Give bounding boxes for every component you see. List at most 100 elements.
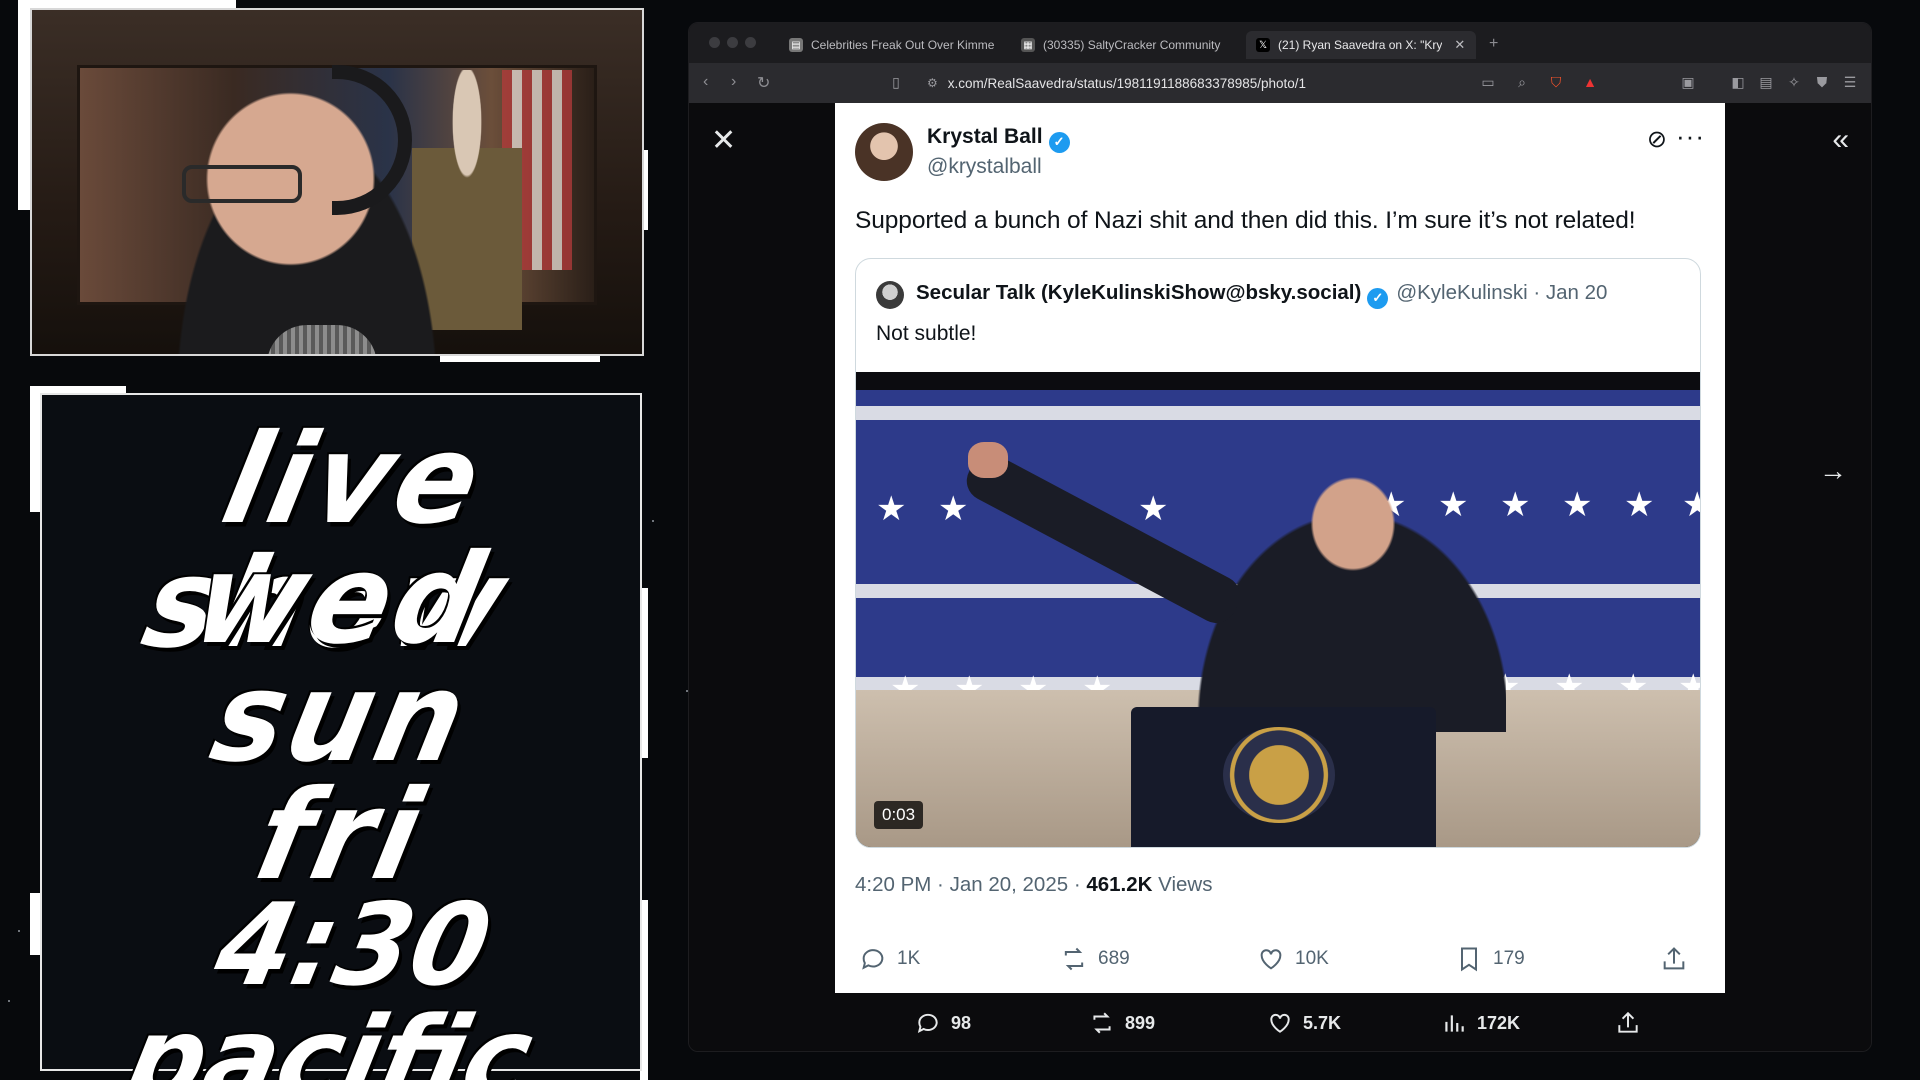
bookmark-icon[interactable]: ▯ xyxy=(887,73,905,91)
x-logo-icon: 𝕏 xyxy=(1256,38,1270,52)
video-speaker-hand xyxy=(968,442,1008,478)
video-star: ★ xyxy=(1624,486,1655,524)
video-star: ★ xyxy=(1562,486,1593,524)
tweet-card[interactable]: Krystal Ball ✓ @krystalball ⊘ ··· Support… xyxy=(835,103,1725,993)
brave-shields-icon[interactable]: ⛉ xyxy=(1547,73,1565,91)
viewer-like-button[interactable]: 5.7K xyxy=(1267,1010,1341,1036)
tweet-views-label: Views xyxy=(1158,873,1213,896)
viewer-reply-count: 98 xyxy=(951,1012,972,1033)
tab-label: (30335) SaltyCracker Community xyxy=(1043,38,1221,52)
show-schedule-panel: live show wed sun fri 4:30 pacific xyxy=(40,393,642,1080)
star xyxy=(18,930,20,932)
repost-count: 689 xyxy=(1098,948,1130,969)
window-maximize-button[interactable] xyxy=(745,37,756,48)
quote-author: Secular Talk (KyleKulinskiShow@bsky.soci… xyxy=(916,281,1607,309)
like-count: 10K xyxy=(1295,948,1329,969)
tab-ryan-saavedra[interactable]: 𝕏 (21) Ryan Saavedra on X: "Kry ✕ xyxy=(1246,31,1476,59)
author-name-text: Krystal Ball xyxy=(927,125,1043,148)
viewer-repost-button[interactable]: 899 xyxy=(1089,1010,1155,1036)
window-close-button[interactable] xyxy=(709,37,720,48)
verified-badge-icon: ✓ xyxy=(1367,287,1389,309)
show-deco xyxy=(30,386,40,512)
video-star: ★ xyxy=(1138,490,1169,528)
back-icon[interactable]: ‹ xyxy=(703,73,708,91)
author-name[interactable]: Krystal Ball ✓ xyxy=(927,125,1070,153)
menu-icon[interactable]: ☰ xyxy=(1841,73,1859,91)
viewer-views-count: 172K xyxy=(1477,1012,1521,1033)
repost-icon xyxy=(1064,947,1084,971)
verified-badge-icon: ✓ xyxy=(1048,131,1070,153)
presidential-seal xyxy=(1223,727,1335,823)
reply-button[interactable]: 1K xyxy=(859,945,920,973)
more-options-icon[interactable]: ··· xyxy=(1676,121,1705,152)
window-minimize-button[interactable] xyxy=(727,37,738,48)
bookmark-button[interactable]: 179 xyxy=(1455,945,1525,973)
star xyxy=(652,520,654,522)
viewer-views-button[interactable]: 172K xyxy=(1441,1010,1520,1036)
tab-close-icon[interactable]: ✕ xyxy=(1454,37,1465,53)
video-star: ★ xyxy=(1682,488,1700,522)
photo-viewer-actions: 98 899 5.7K 172K xyxy=(689,998,1871,1051)
grid-icon: ▦ xyxy=(1021,38,1035,52)
video-star: ★ xyxy=(876,490,907,528)
bookmark-count: 179 xyxy=(1493,948,1525,969)
quote-author-name: Secular Talk (KyleKulinskiShow@bsky.soci… xyxy=(916,281,1362,304)
forward-icon[interactable]: › xyxy=(731,73,736,91)
extensions-icon[interactable]: ▣ xyxy=(1679,73,1697,91)
video-top xyxy=(856,372,1700,390)
tab-bar: ▤ Celebrities Freak Out Over Kimme ▦ (30… xyxy=(689,23,1871,63)
like-button[interactable]: 10K xyxy=(1257,945,1329,973)
sidebar-icon[interactable]: ◧ xyxy=(1729,73,1747,91)
rewards-alert-icon[interactable]: ▲ xyxy=(1581,73,1599,91)
tab-celebrities[interactable]: ▤ Celebrities Freak Out Over Kimme xyxy=(779,31,1011,59)
collapse-panel-icon[interactable]: « xyxy=(1832,123,1849,157)
viewer-share-button[interactable] xyxy=(1615,1010,1641,1036)
reply-icon xyxy=(862,949,884,970)
tweet-views-count: 461.2K xyxy=(1086,873,1153,896)
repost-button[interactable]: 689 xyxy=(1060,945,1130,973)
viewer-like-count: 5.7K xyxy=(1303,1012,1342,1033)
vpn-icon[interactable]: ⛊ xyxy=(1813,73,1831,91)
webcam-person xyxy=(142,65,472,354)
avatar[interactable] xyxy=(855,123,913,181)
grok-icon[interactable]: ⊘ xyxy=(1647,125,1667,154)
reload-icon[interactable]: ↻ xyxy=(757,73,770,93)
reply-count: 1K xyxy=(897,948,921,969)
tweet-text: Supported a bunch of Nazi shit and then … xyxy=(855,207,1636,234)
toolbar: ‹ › ↻ ▯ ⚙ x.com/RealSaavedra/status/1981… xyxy=(689,63,1871,103)
show-line-time: 4:30 pacific xyxy=(114,880,544,1080)
wallet-icon[interactable]: ▤ xyxy=(1757,73,1775,91)
webcam-deco xyxy=(18,10,30,210)
quote-dot: · xyxy=(1527,281,1546,304)
heart-icon xyxy=(1270,1013,1290,1033)
viewer-reply-button[interactable]: 98 xyxy=(915,1010,971,1036)
tab-label: Celebrities Freak Out Over Kimme xyxy=(811,38,995,52)
author-handle[interactable]: @krystalball xyxy=(927,155,1042,179)
quote-handle: @KyleKulinski xyxy=(1396,281,1528,304)
quote-video[interactable]: ★ ★ ★ ★ ★ ★ ★ ★ ★ ★ ★ ★ ★ ★ ★ ★ ★ xyxy=(856,372,1700,847)
viewer-repost-count: 899 xyxy=(1125,1012,1156,1033)
close-icon[interactable]: ✕ xyxy=(711,123,736,158)
quoted-tweet[interactable]: Secular Talk (KyleKulinskiShow@bsky.soci… xyxy=(855,258,1701,848)
tab-label: (21) Ryan Saavedra on X: "Kry xyxy=(1278,38,1443,52)
tweet-date[interactable]: Jan 20, 2025 xyxy=(950,873,1069,896)
video-timestamp: 0:03 xyxy=(874,801,924,829)
next-arrow-icon[interactable]: → xyxy=(1819,455,1847,487)
leo-icon[interactable]: ✧ xyxy=(1785,73,1803,91)
address-bar[interactable]: ⚙ x.com/RealSaavedra/status/198119118868… xyxy=(917,69,1567,97)
browser-window: ▤ Celebrities Freak Out Over Kimme ▦ (30… xyxy=(688,22,1872,1052)
quote-text: Not subtle! xyxy=(876,322,977,345)
photo-viewer: ✕ « → Krystal Ball ✓ @krystalball ⊘ ··· S… xyxy=(689,103,1871,1051)
site-settings-icon[interactable]: ⚙ xyxy=(927,76,938,90)
share-button[interactable] xyxy=(1660,945,1688,973)
show-line-wed: wed xyxy=(182,526,500,672)
webcam-feed xyxy=(30,8,644,356)
new-tab-button[interactable]: + xyxy=(1489,35,1498,53)
cast-icon[interactable]: ▭ xyxy=(1479,73,1497,91)
video-stripe xyxy=(856,406,1700,420)
star xyxy=(8,1000,10,1002)
tab-saltycracker[interactable]: ▦ (30335) SaltyCracker Community xyxy=(1011,31,1241,59)
analytics-icon xyxy=(1445,1015,1464,1032)
zoom-icon[interactable]: ⌕ xyxy=(1513,73,1531,91)
tweet-time[interactable]: 4:20 PM xyxy=(855,873,931,896)
